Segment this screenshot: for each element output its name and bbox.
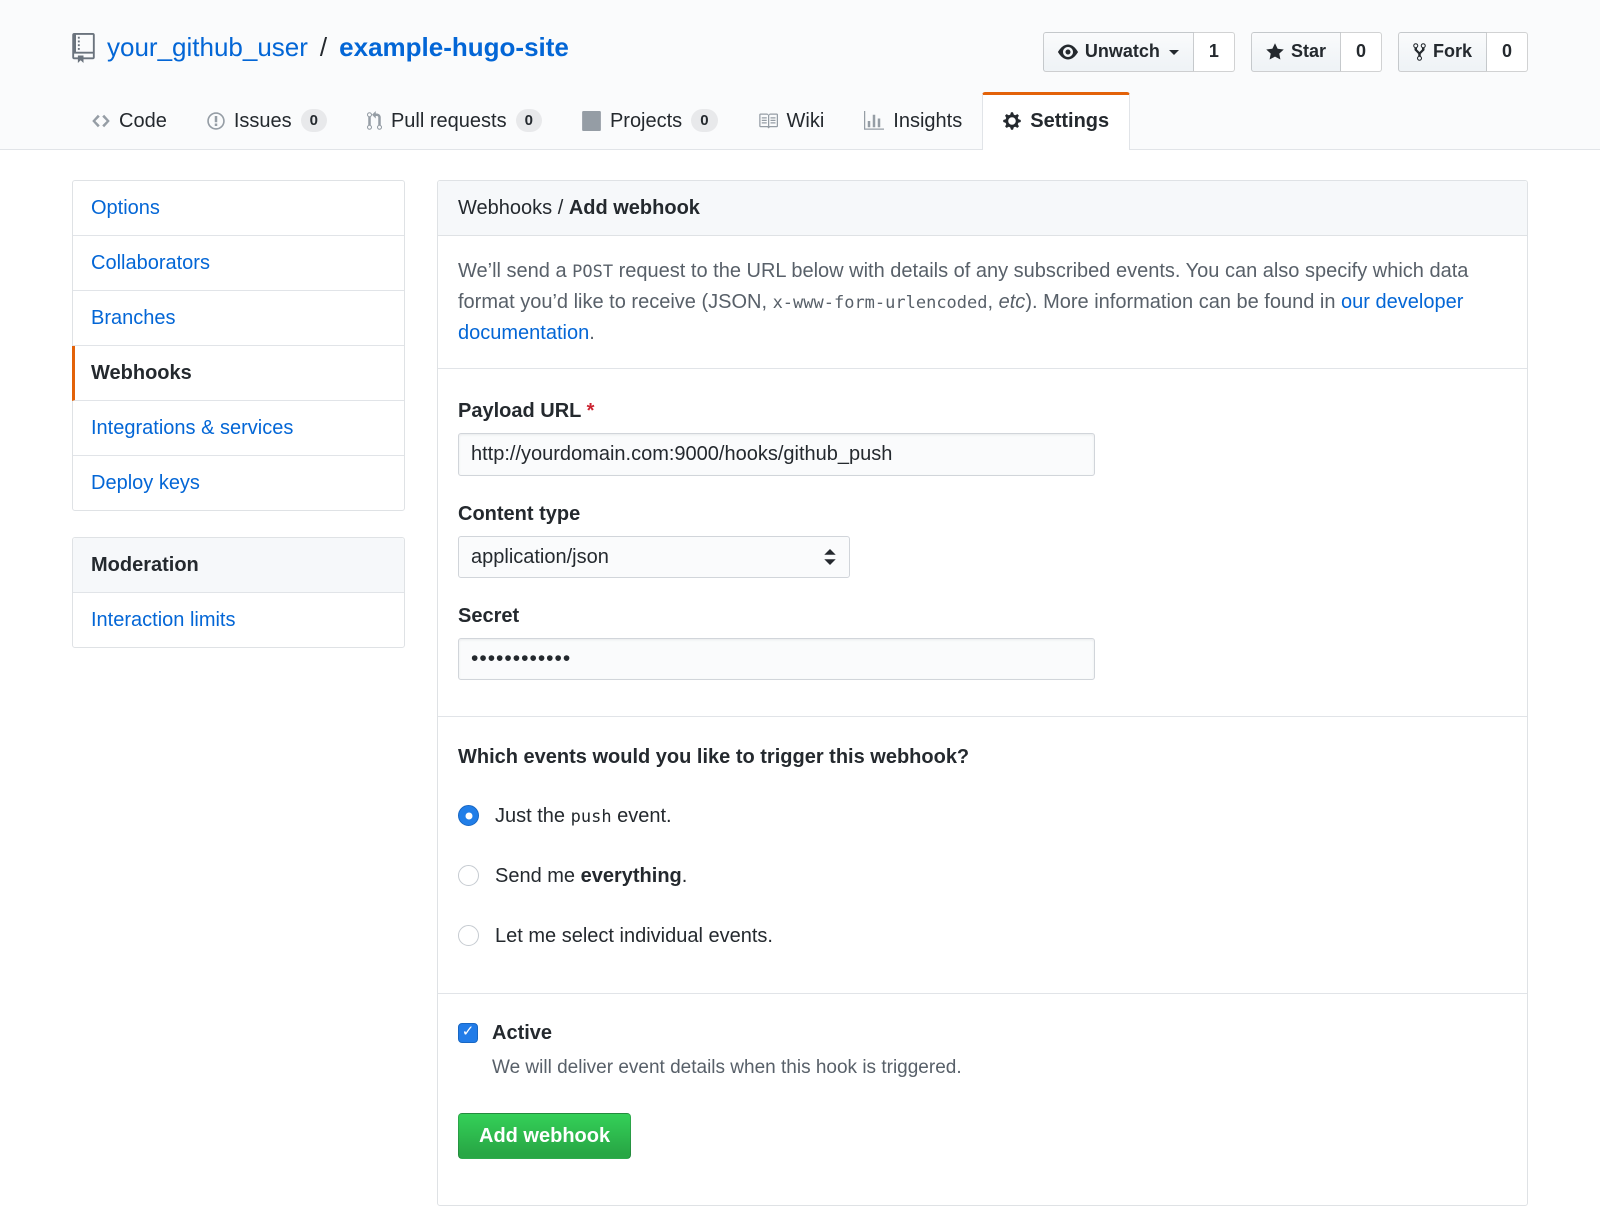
tab-issues[interactable]: Issues 0 (187, 92, 347, 149)
active-note: We will deliver event details when this … (492, 1055, 1507, 1082)
radio-individual-label[interactable]: Let me select individual events. (495, 921, 773, 951)
radio-individual[interactable] (458, 925, 479, 946)
star-label: Star (1291, 41, 1326, 63)
breadcrumb-webhooks-link[interactable]: Webhooks (458, 197, 552, 219)
tab-pull-requests-label: Pull requests (391, 109, 507, 133)
issue-icon (207, 111, 225, 131)
content-type-select-wrap: application/json (458, 536, 850, 578)
eye-icon (1058, 42, 1078, 62)
tab-settings-label: Settings (1030, 109, 1109, 133)
star-button-group: Star 0 (1251, 32, 1382, 72)
payload-url-group: Payload URL * (458, 399, 1507, 476)
repo-owner-link[interactable]: your_github_user (107, 28, 308, 67)
moderation-menu-header: Moderation (73, 538, 404, 593)
secret-input[interactable] (458, 638, 1095, 680)
sidebar-item-options[interactable]: Options (73, 181, 404, 236)
sidebar-item-collaborators[interactable]: Collaborators (73, 236, 404, 291)
secret-label: Secret (458, 604, 1507, 628)
moderation-menu: Moderation Interaction limits (72, 537, 405, 648)
tab-issues-label: Issues (234, 109, 292, 133)
webhook-intro-text: We’ll send a POST request to the URL bel… (458, 256, 1507, 348)
fork-button-group: Fork 0 (1398, 32, 1528, 72)
event-option-individual: Let me select individual events. (458, 921, 1507, 951)
graph-icon (864, 111, 884, 131)
active-label[interactable]: Active (492, 1018, 552, 1048)
events-section: Which events would you like to trigger t… (438, 717, 1527, 994)
post-code-text: POST (572, 262, 613, 282)
repo-nav: Code Issues 0 Pull requests 0 Projects 0… (72, 92, 1528, 149)
events-question: Which events would you like to trigger t… (458, 745, 1507, 769)
add-webhook-panel: Webhooks / Add webhook We’ll send a POST… (437, 180, 1528, 1207)
repo-name-link[interactable]: example-hugo-site (339, 28, 569, 67)
urlencoded-code-text: x-www-form-urlencoded (773, 293, 988, 313)
tab-wiki[interactable]: Wiki (738, 92, 845, 149)
watch-button-group: Unwatch 1 (1043, 32, 1235, 72)
sidebar-item-branches[interactable]: Branches (73, 291, 404, 346)
tab-code-label: Code (119, 109, 167, 133)
repo-title-row: your_github_user / example-hugo-site Unw… (72, 28, 1528, 72)
code-icon (92, 111, 110, 131)
repo-title: your_github_user / example-hugo-site (72, 28, 569, 67)
project-icon (582, 111, 601, 131)
payload-url-input[interactable] (458, 433, 1095, 476)
radio-everything-label[interactable]: Send me everything. (495, 861, 687, 891)
repo-book-icon (72, 33, 95, 63)
fork-count[interactable]: 0 (1487, 32, 1528, 72)
active-checkbox-row: Active (458, 1018, 1507, 1048)
content-type-group: Content type application/json (458, 502, 1507, 578)
star-count[interactable]: 0 (1341, 32, 1382, 72)
unwatch-label: Unwatch (1085, 41, 1160, 63)
tab-code[interactable]: Code (72, 92, 187, 149)
event-option-push: Just the push event. (458, 801, 1507, 831)
repo-separator: / (320, 28, 327, 67)
sidebar-item-interaction-limits[interactable]: Interaction limits (73, 593, 404, 647)
sidebar-item-deploy-keys[interactable]: Deploy keys (73, 456, 404, 510)
pull-request-icon (367, 111, 382, 131)
add-webhook-button[interactable]: Add webhook (458, 1113, 631, 1159)
projects-counter: 0 (691, 109, 717, 133)
tab-wiki-label: Wiki (787, 109, 825, 133)
active-checkbox[interactable] (458, 1023, 478, 1043)
star-button[interactable]: Star (1251, 32, 1341, 72)
required-asterisk: * (587, 400, 595, 422)
settings-menu: Options Collaborators Branches Webhooks … (72, 180, 405, 511)
radio-just-push-label[interactable]: Just the push event. (495, 801, 672, 831)
radio-just-push[interactable] (458, 805, 479, 826)
fork-icon (1413, 42, 1426, 62)
caret-down-icon (1169, 50, 1179, 60)
content-type-select[interactable]: application/json (458, 536, 850, 578)
wiki-book-icon (758, 111, 778, 131)
tab-pull-requests[interactable]: Pull requests 0 (347, 92, 562, 149)
unwatch-button[interactable]: Unwatch (1043, 32, 1194, 72)
event-option-everything: Send me everything. (458, 861, 1507, 891)
fork-label: Fork (1433, 41, 1472, 63)
pagehead-actions: Unwatch 1 Star 0 Fork (1043, 28, 1528, 72)
tab-insights-label: Insights (893, 109, 962, 133)
payload-url-label: Payload URL * (458, 399, 1507, 423)
main-layout: Options Collaborators Branches Webhooks … (72, 180, 1528, 1232)
settings-sidebar: Options Collaborators Branches Webhooks … (72, 180, 405, 674)
breadcrumb: Webhooks / Add webhook (438, 181, 1527, 236)
page-header: your_github_user / example-hugo-site Unw… (0, 0, 1600, 150)
secret-group: Secret (458, 604, 1507, 680)
tab-insights[interactable]: Insights (844, 92, 982, 149)
breadcrumb-separator: / (552, 197, 569, 219)
sidebar-item-webhooks[interactable]: Webhooks (72, 346, 404, 401)
star-icon (1266, 42, 1284, 62)
pull-requests-counter: 0 (516, 109, 542, 133)
content-type-label: Content type (458, 502, 1507, 526)
tab-settings[interactable]: Settings (982, 92, 1130, 150)
fork-button[interactable]: Fork (1398, 32, 1487, 72)
sidebar-item-integrations[interactable]: Integrations & services (73, 401, 404, 456)
issues-counter: 0 (301, 109, 327, 133)
gear-icon (1003, 111, 1021, 131)
webhook-form-section: Payload URL * Content type application/j… (438, 369, 1527, 717)
tab-projects-label: Projects (610, 109, 682, 133)
radio-everything[interactable] (458, 865, 479, 886)
webhook-intro-section: We’ll send a POST request to the URL bel… (438, 236, 1527, 369)
watch-count[interactable]: 1 (1194, 32, 1235, 72)
tab-projects[interactable]: Projects 0 (562, 92, 738, 149)
activate-section: Active We will deliver event details whe… (438, 994, 1527, 1206)
breadcrumb-current: Add webhook (569, 197, 700, 219)
